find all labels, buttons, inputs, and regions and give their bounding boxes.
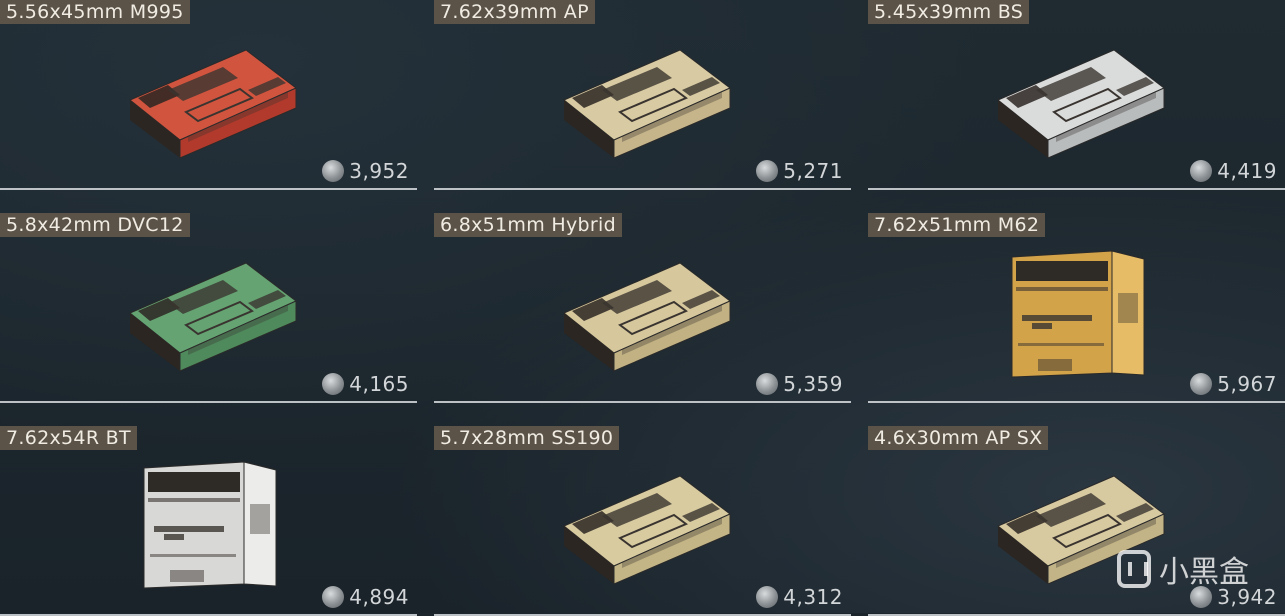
price-value: 4,894 <box>349 585 409 609</box>
ammo-item[interactable]: 6.8x51mm Hybrid 5,359 <box>434 213 851 403</box>
xiaoheihe-logo-icon <box>1117 550 1151 588</box>
ammo-item[interactable]: 5.7x28mm SS190 4,312 <box>434 426 851 616</box>
ammo-grid: 5.56x45mm M995 3,952 7.62x39mm AP 5,271 5.… <box>0 0 1285 616</box>
price-value: 4,312 <box>783 585 843 609</box>
ammo-name: 7.62x54R BT <box>0 426 137 450</box>
ammo-price: 4,312 <box>756 585 843 609</box>
ammo-price: 5,271 <box>756 159 843 183</box>
ammo-item[interactable]: 5.56x45mm M995 3,952 <box>0 0 417 190</box>
cell-divider <box>868 188 1285 190</box>
ammo-name: 5.8x42mm DVC12 <box>0 213 190 237</box>
ammo-box-art <box>128 40 298 164</box>
ammo-box-icon <box>143 461 277 589</box>
ammo-item[interactable]: 7.62x51mm M62 5,967 <box>868 213 1285 403</box>
cell-divider <box>434 188 851 190</box>
cell-divider <box>868 401 1285 403</box>
ammo-name: 5.7x28mm SS190 <box>434 426 620 450</box>
rouble-coin-icon <box>756 160 779 182</box>
ammo-name: 7.62x51mm M62 <box>868 213 1046 237</box>
ammo-box-icon <box>563 49 731 159</box>
price-value: 3,952 <box>349 159 409 183</box>
ammo-name: 5.45x39mm BS <box>868 0 1030 24</box>
ammo-name: 5.56x45mm M995 <box>0 0 190 24</box>
rouble-coin-icon <box>322 160 345 182</box>
watermark-text: 小黑盒 <box>1159 555 1249 590</box>
rouble-coin-icon <box>322 586 345 608</box>
ammo-box-icon <box>563 475 731 585</box>
watermark: 小黑盒 <box>1117 547 1249 591</box>
ammo-price: 4,165 <box>322 372 409 396</box>
ammo-price: 3,952 <box>322 159 409 183</box>
rouble-coin-icon <box>322 373 345 395</box>
price-value: 5,967 <box>1217 372 1277 396</box>
ammo-box-art <box>562 40 732 164</box>
price-value: 4,165 <box>349 372 409 396</box>
ammo-name: 6.8x51mm Hybrid <box>434 213 622 237</box>
ammo-box-icon <box>563 262 731 372</box>
cell-divider <box>0 188 417 190</box>
rouble-coin-icon <box>756 586 779 608</box>
ammo-item[interactable]: 5.8x42mm DVC12 4,165 <box>0 213 417 403</box>
ammo-box-art <box>140 454 280 598</box>
ammo-box-art <box>562 253 732 377</box>
ammo-name: 4.6x30mm AP SX <box>868 426 1049 450</box>
ammo-item[interactable]: 7.62x39mm AP 5,271 <box>434 0 851 190</box>
cell-divider <box>434 401 851 403</box>
price-value: 4,419 <box>1217 159 1277 183</box>
ammo-price: 5,967 <box>1190 372 1277 396</box>
ammo-price: 4,419 <box>1190 159 1277 183</box>
ammo-price: 4,894 <box>322 585 409 609</box>
ammo-box-icon <box>129 49 297 159</box>
price-value: 5,271 <box>783 159 843 183</box>
ammo-box-icon <box>997 49 1165 159</box>
price-value: 5,359 <box>783 372 843 396</box>
ammo-box-art <box>562 466 732 590</box>
ammo-box-art <box>996 40 1166 164</box>
rouble-coin-icon <box>1190 373 1213 395</box>
ammo-price: 5,359 <box>756 372 843 396</box>
ammo-box-art <box>128 253 298 377</box>
rouble-coin-icon <box>1190 160 1213 182</box>
ammo-box-art <box>1008 243 1148 387</box>
rouble-coin-icon <box>756 373 779 395</box>
ammo-item[interactable]: 5.45x39mm BS 4,419 <box>868 0 1285 190</box>
cell-divider <box>0 401 417 403</box>
ammo-box-icon <box>129 262 297 372</box>
ammo-item[interactable]: 7.62x54R BT 4,894 <box>0 426 417 616</box>
ammo-name: 7.62x39mm AP <box>434 0 595 24</box>
ammo-box-icon <box>1011 250 1145 378</box>
